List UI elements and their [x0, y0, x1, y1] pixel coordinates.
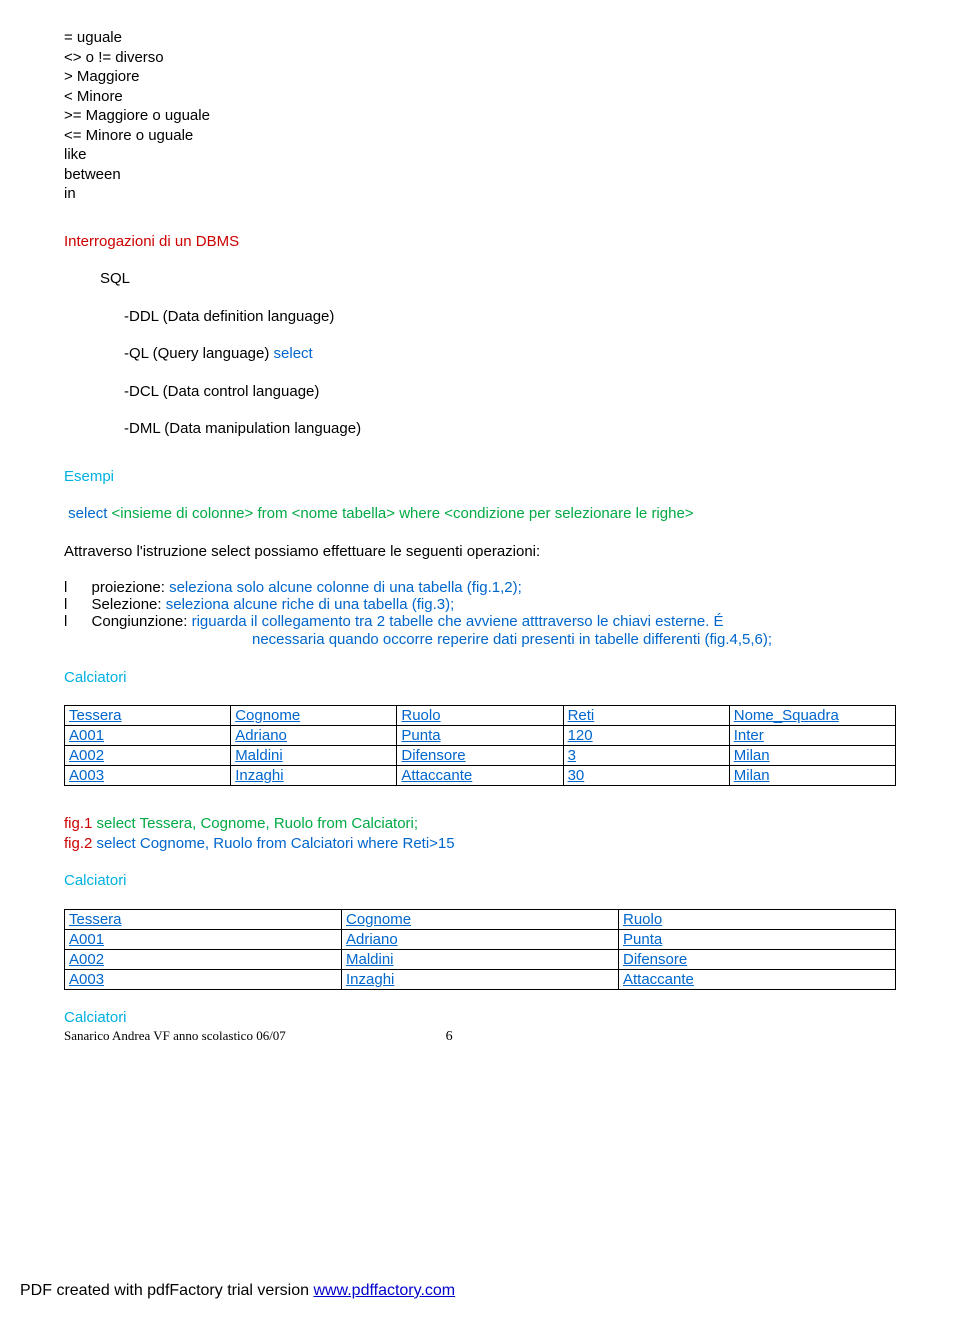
table-row: A001 Adriano Punta [65, 929, 896, 949]
td: 120 [563, 726, 729, 746]
dcl-line: -DCL (Data control language) [64, 382, 896, 402]
td: Inzaghi [342, 969, 619, 989]
list-item: Selezione: seleziona alcune riche di una… [64, 596, 896, 613]
op-ge: >= Maggiore o uguale [64, 106, 896, 126]
esempi-intro: Attraverso l'istruzione select possiamo … [64, 542, 896, 562]
table-calciatori-short: Tessera Cognome Ruolo A001 Adriano Punta… [64, 909, 896, 990]
td: A003 [65, 766, 231, 786]
td: 3 [563, 746, 729, 766]
td: Punta [397, 726, 563, 746]
page-footer: Sanarico Andrea VF anno scolastico 06/07… [64, 1027, 896, 1045]
table-row: A003 Inzaghi Attaccante 30 Milan [65, 766, 896, 786]
fig1-pre: fig.1 [64, 815, 92, 832]
esempi-select-line: select <insieme di colonne> from <nome t… [64, 504, 896, 524]
sql-label: SQL [64, 269, 896, 289]
table-row: A003 Inzaghi Attaccante [65, 969, 896, 989]
op-ne: <> o != diverso [64, 48, 896, 68]
table-row: A001 Adriano Punta 120 Inter [65, 726, 896, 746]
op-eq: = uguale [64, 28, 896, 48]
fig2-body: select Cognome, Ruolo from Calciatori wh… [92, 835, 454, 852]
td: A003 [65, 969, 342, 989]
ql-select: select [274, 345, 313, 362]
fig1-line: fig.1 select Tessera, Cognome, Ruolo fro… [64, 814, 896, 834]
td: Adriano [231, 726, 397, 746]
fig2-pre: fig.2 [64, 835, 92, 852]
ql-pre: -QL (Query language) [124, 345, 274, 362]
li2-b: seleziona alcune riche di una tabella (f… [166, 596, 455, 613]
td: Milan [729, 766, 895, 786]
td: Difensore [397, 746, 563, 766]
calciatori-label-1: Calciatori [64, 668, 896, 688]
td: A002 [65, 949, 342, 969]
ql-line: -QL (Query language) select [64, 344, 896, 364]
page-number: 6 [286, 1029, 613, 1045]
op-in: in [64, 184, 896, 204]
esempi-select-keyword: select [68, 505, 107, 522]
op-gt: > Maggiore [64, 67, 896, 87]
table-calciatori-full: Tessera Cognome Ruolo Reti Nome_Squadra … [64, 705, 896, 786]
calciatori-label-2: Calciatori [64, 871, 896, 891]
td: Difensore [619, 949, 896, 969]
li1-a: proiezione: [92, 579, 170, 596]
ddl-line: -DDL (Data definition language) [64, 307, 896, 327]
op-between: between [64, 165, 896, 185]
td: Inzaghi [231, 766, 397, 786]
td: Maldini [342, 949, 619, 969]
pdf-pre: PDF created with pdfFactory trial versio… [20, 1282, 313, 1299]
td: A002 [65, 746, 231, 766]
td: A001 [65, 929, 342, 949]
table-row: Tessera Cognome Ruolo Reti Nome_Squadra [65, 706, 896, 726]
li3-a: Congiunzione: [92, 613, 192, 630]
td: Punta [619, 929, 896, 949]
td: Maldini [231, 746, 397, 766]
table-row: A002 Maldini Difensore [65, 949, 896, 969]
th-ruolo: Ruolo [619, 909, 896, 929]
esempi-title: Esempi [64, 467, 896, 487]
li3-c: necessaria quando occorre reperire dati … [64, 630, 896, 650]
op-like: like [64, 145, 896, 165]
th-ruolo: Ruolo [397, 706, 563, 726]
th-tessera: Tessera [65, 706, 231, 726]
th-tessera: Tessera [65, 909, 342, 929]
op-le: <= Minore o uguale [64, 126, 896, 146]
calciatori-label-3: Calciatori [64, 1008, 896, 1028]
esempi-list: proiezione: seleziona solo alcune colonn… [64, 579, 896, 630]
pdf-link[interactable]: www.pdffactory.com [313, 1282, 455, 1299]
td: Milan [729, 746, 895, 766]
td: A001 [65, 726, 231, 746]
td: 30 [563, 766, 729, 786]
list-item: proiezione: seleziona solo alcune colonn… [64, 579, 896, 596]
dml-line: -DML (Data manipulation language) [64, 419, 896, 439]
op-lt: < Minore [64, 87, 896, 107]
th-cognome: Cognome [342, 909, 619, 929]
th-cognome: Cognome [231, 706, 397, 726]
fig1-body: select Tessera, Cognome, Ruolo from Calc… [92, 815, 418, 832]
author-line: Sanarico Andrea VF anno scolastico 06/07 [64, 1028, 286, 1044]
td: Inter [729, 726, 895, 746]
esempi-select-body: <insieme di colonne> from <nome tabella>… [107, 505, 693, 522]
list-item: Congiunzione: riguarda il collegamento t… [64, 613, 896, 630]
table-row: A002 Maldini Difensore 3 Milan [65, 746, 896, 766]
section-title-dbms: Interrogazioni di un DBMS [64, 232, 896, 252]
td: Attaccante [397, 766, 563, 786]
li1-b: seleziona solo alcune colonne di una tab… [169, 579, 522, 596]
td: Attaccante [619, 969, 896, 989]
pdf-factory-footer: PDF created with pdfFactory trial versio… [0, 1270, 960, 1312]
th-reti: Reti [563, 706, 729, 726]
table-row: Tessera Cognome Ruolo [65, 909, 896, 929]
li2-a: Selezione: [92, 596, 166, 613]
th-squadra: Nome_Squadra [729, 706, 895, 726]
td: Adriano [342, 929, 619, 949]
fig2-line: fig.2 select Cognome, Ruolo from Calciat… [64, 834, 896, 854]
li3-b: riguarda il collegamento tra 2 tabelle c… [192, 613, 724, 630]
